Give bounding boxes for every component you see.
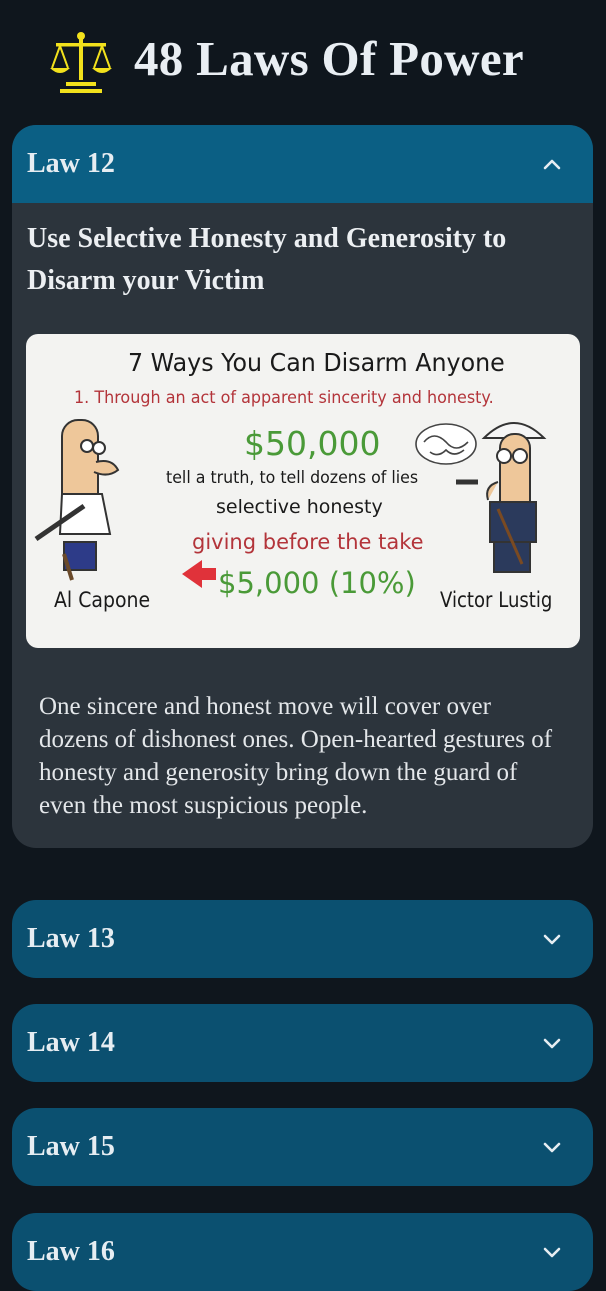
illustration-amount-small: $5,000 (10%) <box>218 566 416 600</box>
illustration-line-3: giving before the take <box>192 530 424 554</box>
illustration-amount-large: $50,000 <box>244 424 381 463</box>
law-card-15[interactable]: Law 15 <box>12 1108 593 1186</box>
law-15-header[interactable]: Law 15 <box>12 1108 593 1186</box>
illustration-right-name: Victor Lustig <box>440 588 553 612</box>
scales-of-justice-icon <box>50 32 112 93</box>
law-card-16[interactable]: Law 16 <box>12 1213 593 1291</box>
law-card-13[interactable]: Law 13 <box>12 900 593 978</box>
chevron-down-icon[interactable] <box>540 1135 564 1159</box>
law-14-label: Law 14 <box>27 1027 115 1058</box>
law-12-description: One sincere and honest move will cover o… <box>39 693 553 819</box>
law-16-label: Law 16 <box>27 1236 115 1267</box>
law-15-label: Law 15 <box>27 1131 115 1162</box>
app-header: 48 Laws Of Power <box>0 0 606 118</box>
law-card-12: Law 12 Use Selective Honesty and Generos… <box>12 125 593 848</box>
brain-icon <box>415 423 477 465</box>
law-14-header[interactable]: Law 14 <box>12 1004 593 1082</box>
illustration-subheading: 1. Through an act of apparent sincerity … <box>74 388 494 408</box>
law-card-14[interactable]: Law 14 <box>12 1004 593 1082</box>
law-16-header[interactable]: Law 16 <box>12 1213 593 1291</box>
law-13-label: Law 13 <box>27 923 115 954</box>
illustration-left-name: Al Capone <box>54 588 151 612</box>
chevron-down-icon[interactable] <box>540 927 564 951</box>
chevron-up-icon[interactable] <box>540 152 564 176</box>
chevron-down-icon[interactable] <box>540 1240 564 1264</box>
law-12-title: Use Selective Honesty and Generosity to … <box>27 223 507 296</box>
chevron-down-icon[interactable] <box>540 1031 564 1055</box>
law-12-illustration: 7 Ways You Can Disarm Anyone 1. Through … <box>26 334 580 648</box>
law-13-header[interactable]: Law 13 <box>12 900 593 978</box>
law-12-header[interactable]: Law 12 <box>12 125 593 203</box>
law-12-label: Law 12 <box>27 148 115 179</box>
illustration-line-1: tell a truth, to tell dozens of lies <box>166 468 419 488</box>
illustration-line-2: selective honesty <box>216 496 383 518</box>
illustration-heading: 7 Ways You Can Disarm Anyone <box>128 348 505 377</box>
app-title: 48 Laws Of Power <box>134 31 524 86</box>
al-capone-figure <box>34 419 120 581</box>
red-arrow-icon <box>182 560 216 588</box>
